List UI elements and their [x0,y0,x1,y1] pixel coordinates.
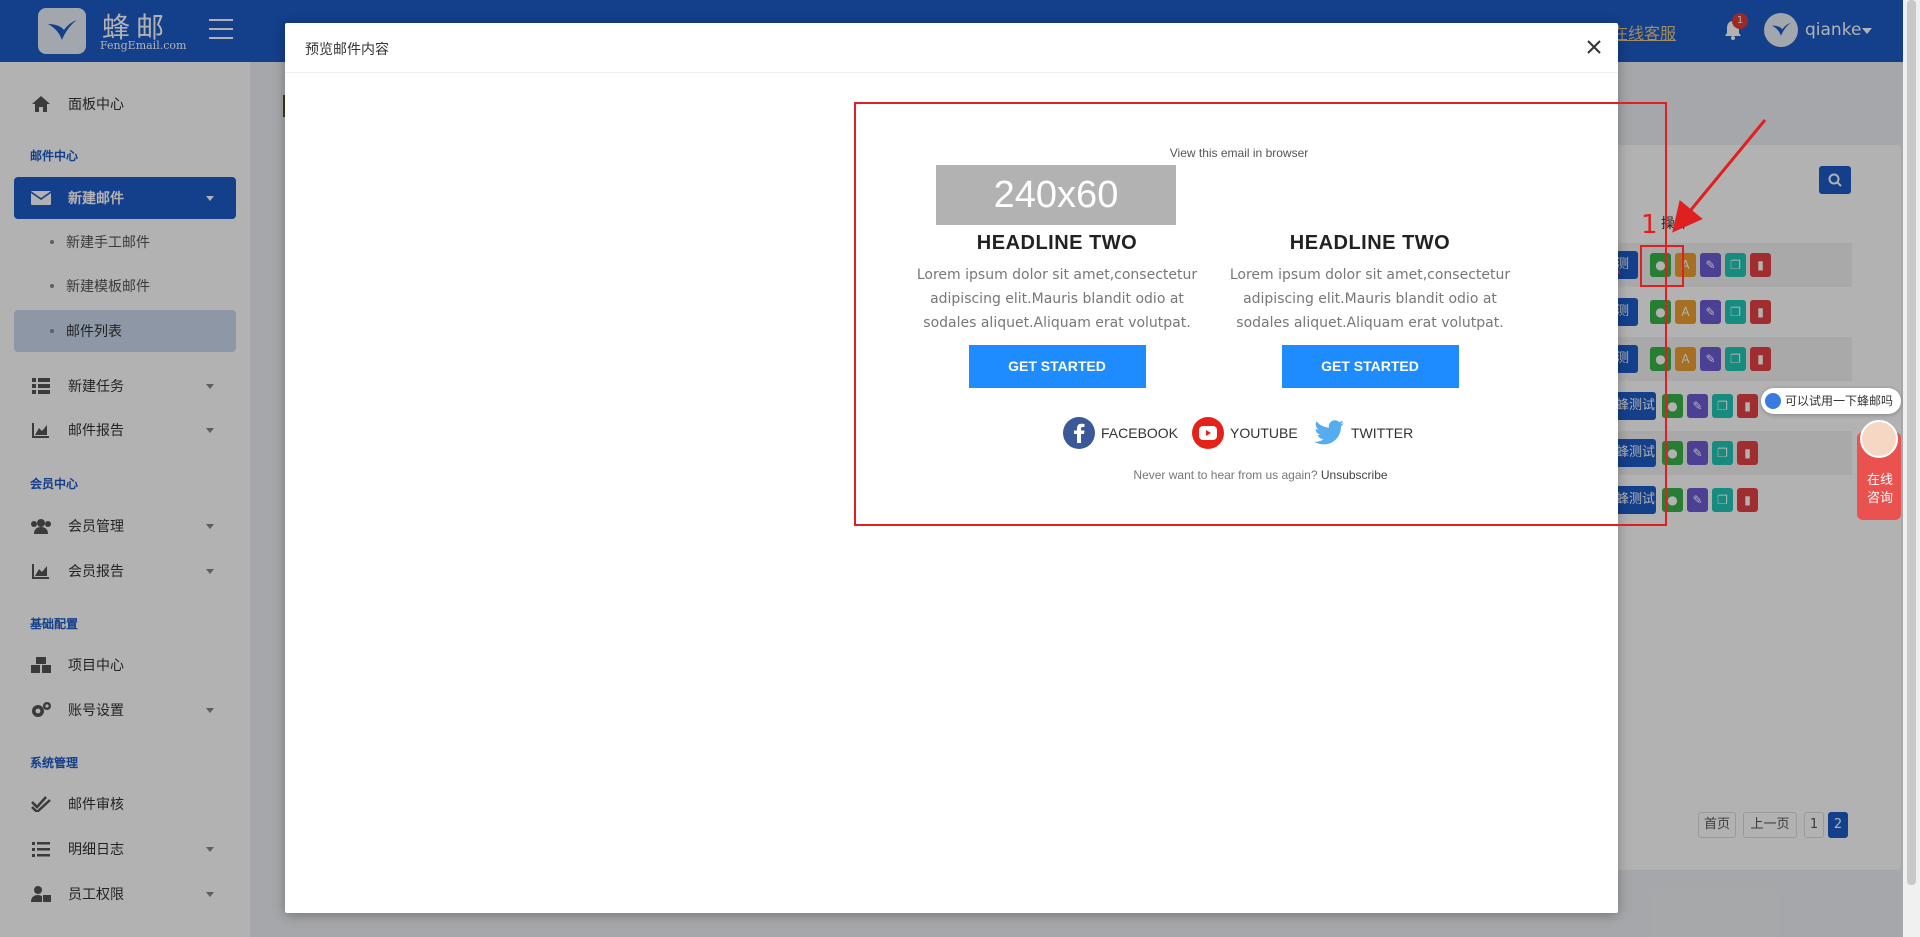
email-column-left: HEADLINE TWO Lorem ipsum dolor sit amet,… [907,232,1207,388]
email-preview-frame: View this email in browser 240x60 HEADLI… [854,102,1667,526]
social-label: YOUTUBE [1230,425,1298,441]
column-headline: HEADLINE TWO [976,232,1138,254]
social-link-youtube[interactable]: YOUTUBE [1192,417,1298,449]
annotation-arrow-1 [1672,119,1767,233]
column-body: Lorem ipsum dolor sit amet,consectetur a… [1229,267,1511,331]
unsubscribe-link[interactable]: Unsubscribe [1321,468,1388,482]
close-icon[interactable] [1583,36,1605,58]
social-link-twitter[interactable]: TWITTER [1313,417,1413,449]
unsubscribe-line: Never want to hear from us again? Unsubs… [856,468,1665,482]
scrollbar-thumb[interactable] [1907,0,1916,885]
preview-modal: 预览邮件内容 View this email in browser 240x60… [285,23,1667,913]
social-label: TWITTER [1351,425,1414,441]
chat-prompt-bubble[interactable]: 可以试用一下蜂邮吗 [1761,388,1901,414]
facebook-icon [1063,417,1095,449]
get-started-button[interactable]: GET STARTED [968,345,1146,388]
chat-prompt-text: 可以试用一下蜂邮吗 [1785,394,1894,408]
unsubscribe-prefix: Never want to hear from us again? [1133,468,1321,482]
modal-title: 预览邮件内容 [305,42,389,58]
email-column-right: HEADLINE TWO Lorem ipsum dolor sit amet,… [1220,232,1520,388]
youtube-icon [1192,417,1224,449]
chat-icon [1765,393,1781,409]
column-body: Lorem ipsum dolor sit amet,consectetur a… [916,267,1198,331]
column-headline: HEADLINE TWO [1289,232,1451,254]
page-scrollbar[interactable] [1903,0,1920,937]
online-consult-label: 在线咨询 [1866,473,1893,506]
social-label: FACEBOOK [1101,425,1179,441]
view-in-browser-link[interactable]: View this email in browser [856,146,1622,160]
get-started-button[interactable]: GET STARTED [1281,345,1459,388]
twitter-icon [1313,417,1345,449]
placeholder-image: 240x60 [936,165,1176,225]
agent-avatar [1860,420,1898,458]
modal-header: 预览邮件内容 [285,23,1618,73]
social-link-facebook[interactable]: FACEBOOK [1063,417,1178,449]
